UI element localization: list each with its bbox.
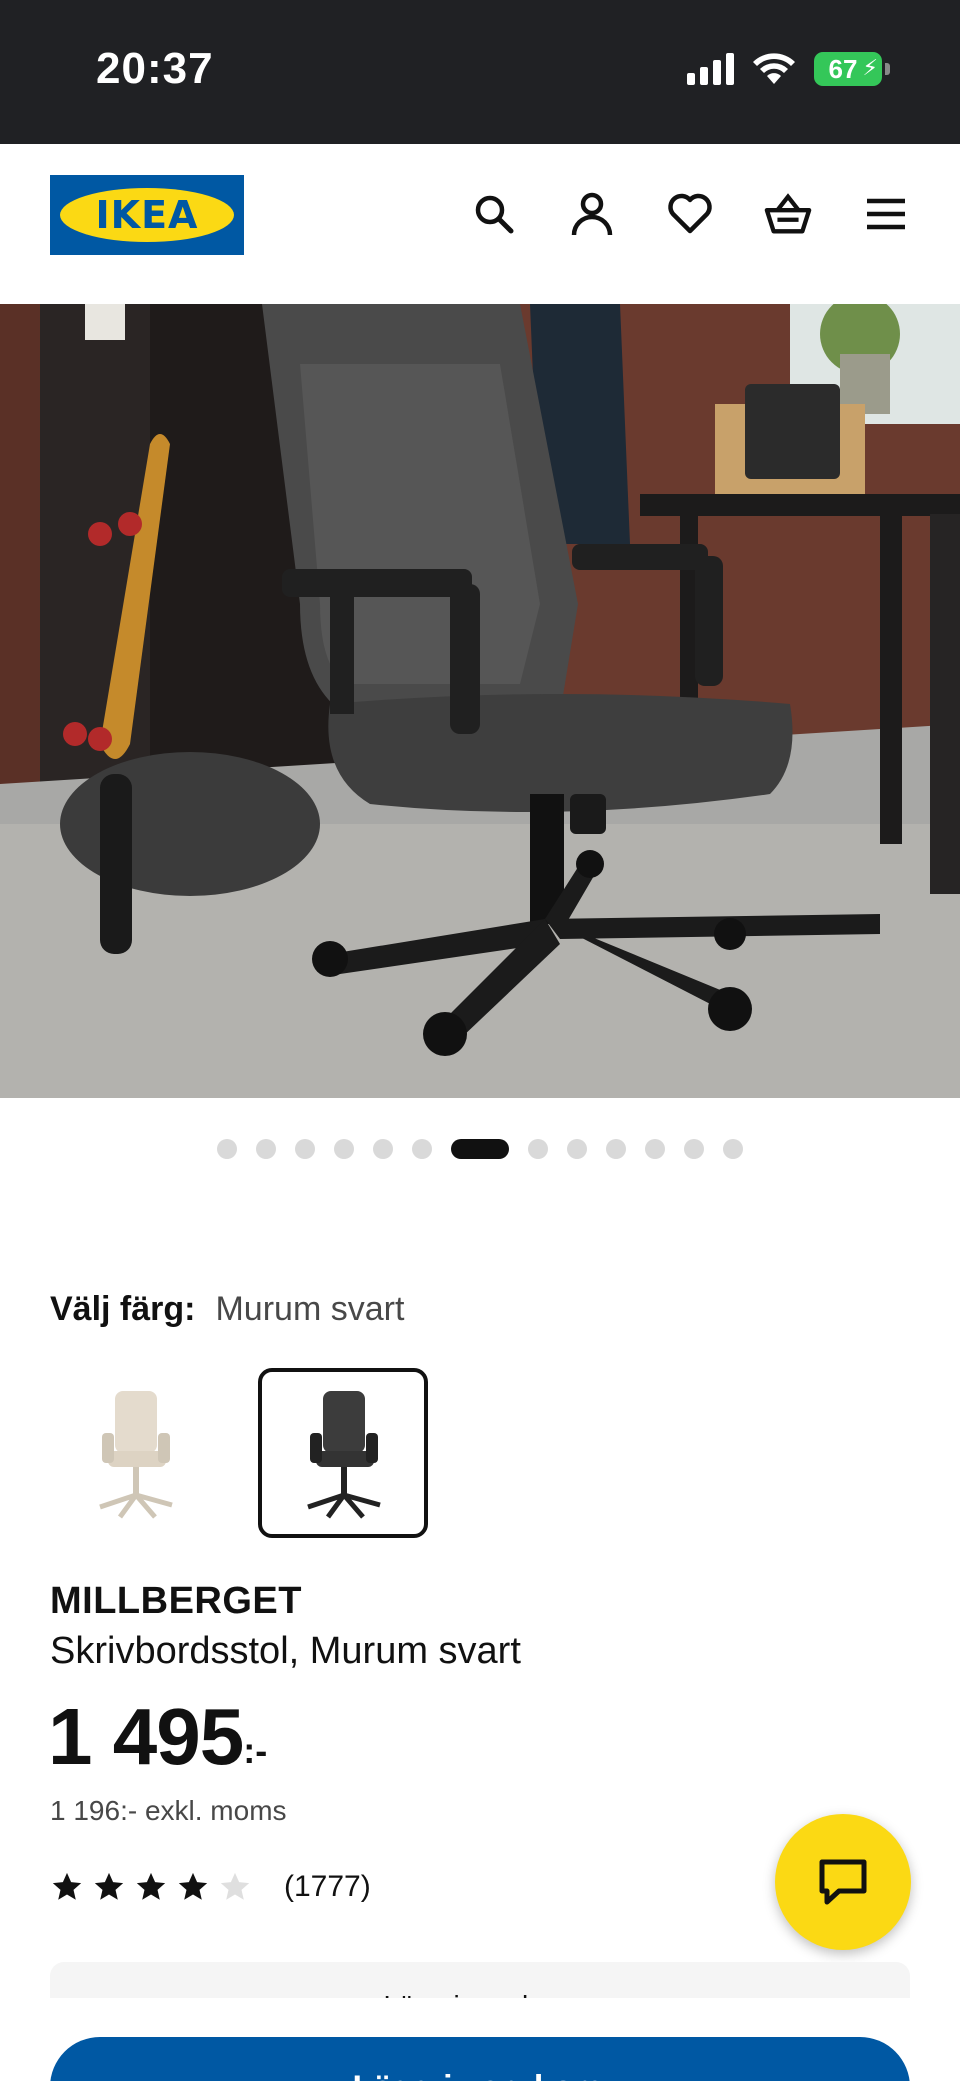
price-excl-vat: 1 196:- exkl. moms bbox=[50, 1795, 287, 1826]
chat-button[interactable] bbox=[775, 1814, 911, 1950]
menu-icon[interactable] bbox=[862, 190, 910, 238]
carousel-dot[interactable] bbox=[528, 1139, 548, 1159]
carousel-dot[interactable] bbox=[684, 1139, 704, 1159]
color-label: Välj färg: bbox=[50, 1290, 196, 1328]
review-count: (1777) bbox=[284, 1870, 371, 1903]
site-header: IKEA bbox=[0, 144, 960, 304]
product-description: Skrivbordsstol, Murum svart bbox=[50, 1630, 521, 1672]
star-filled-icon bbox=[178, 1872, 208, 1900]
shopping-bag-icon[interactable] bbox=[764, 190, 812, 238]
color-swatches bbox=[50, 1368, 428, 1538]
swatch-beige[interactable] bbox=[50, 1368, 220, 1538]
wifi-icon bbox=[753, 53, 795, 84]
header-icons bbox=[470, 190, 910, 238]
chair-black-thumbnail bbox=[307, 1391, 381, 1519]
carousel-dot[interactable] bbox=[334, 1139, 354, 1159]
product-photo bbox=[0, 304, 960, 1098]
product-name: MILLBERGET bbox=[50, 1580, 302, 1622]
swatch-black[interactable] bbox=[258, 1368, 428, 1538]
carousel-dot-active[interactable] bbox=[451, 1139, 509, 1159]
battery-level: 67 bbox=[828, 53, 858, 84]
logo-text: IKEA bbox=[95, 193, 199, 237]
info-box: Lägg i varukorg bbox=[50, 1962, 910, 1998]
star-filled-icon bbox=[136, 1872, 166, 1900]
account-icon[interactable] bbox=[568, 190, 616, 238]
selected-color: Murum svart bbox=[215, 1290, 405, 1328]
carousel-dots bbox=[0, 1137, 960, 1161]
rating[interactable]: (1777) bbox=[50, 1870, 371, 1904]
status-icons: 67 ⚡ bbox=[687, 52, 890, 86]
carousel-dot[interactable] bbox=[606, 1139, 626, 1159]
carousel-dot[interactable] bbox=[723, 1139, 743, 1159]
status-bar: 20:37 67 ⚡ bbox=[0, 0, 960, 144]
chair-beige-thumbnail bbox=[99, 1391, 173, 1519]
wishlist-heart-icon[interactable] bbox=[666, 190, 714, 238]
chat-icon bbox=[819, 1859, 867, 1905]
carousel-dot[interactable] bbox=[295, 1139, 315, 1159]
carousel-dot[interactable] bbox=[412, 1139, 432, 1159]
status-time: 20:37 bbox=[96, 44, 214, 93]
color-selector-heading: Välj färg: Murum svart bbox=[50, 1290, 404, 1329]
rating-stars bbox=[50, 1870, 252, 1904]
product-image-carousel[interactable] bbox=[0, 304, 960, 1098]
star-empty-icon bbox=[220, 1872, 250, 1900]
carousel-dot[interactable] bbox=[567, 1139, 587, 1159]
carousel-dot[interactable] bbox=[645, 1139, 665, 1159]
price-suffix: :- bbox=[243, 1730, 268, 1771]
carousel-dot[interactable] bbox=[256, 1139, 276, 1159]
product-price: 1 495 :- bbox=[48, 1692, 267, 1782]
star-filled-icon bbox=[94, 1872, 124, 1900]
star-filled-icon bbox=[52, 1872, 82, 1900]
carousel-dot[interactable] bbox=[217, 1139, 237, 1159]
signal-icon bbox=[687, 53, 734, 85]
search-icon[interactable] bbox=[470, 190, 518, 238]
price-main: 1 495 bbox=[48, 1692, 244, 1781]
carousel-dot[interactable] bbox=[373, 1139, 393, 1159]
info-box-text: Lägg i varukorg bbox=[50, 1990, 910, 1998]
battery-charging-icon: 67 ⚡ bbox=[814, 52, 890, 86]
add-to-cart-label: Lägg i varukorg bbox=[352, 2069, 607, 2081]
ikea-logo[interactable]: IKEA bbox=[50, 175, 244, 255]
add-to-cart-button[interactable]: Lägg i varukorg bbox=[50, 2037, 910, 2081]
